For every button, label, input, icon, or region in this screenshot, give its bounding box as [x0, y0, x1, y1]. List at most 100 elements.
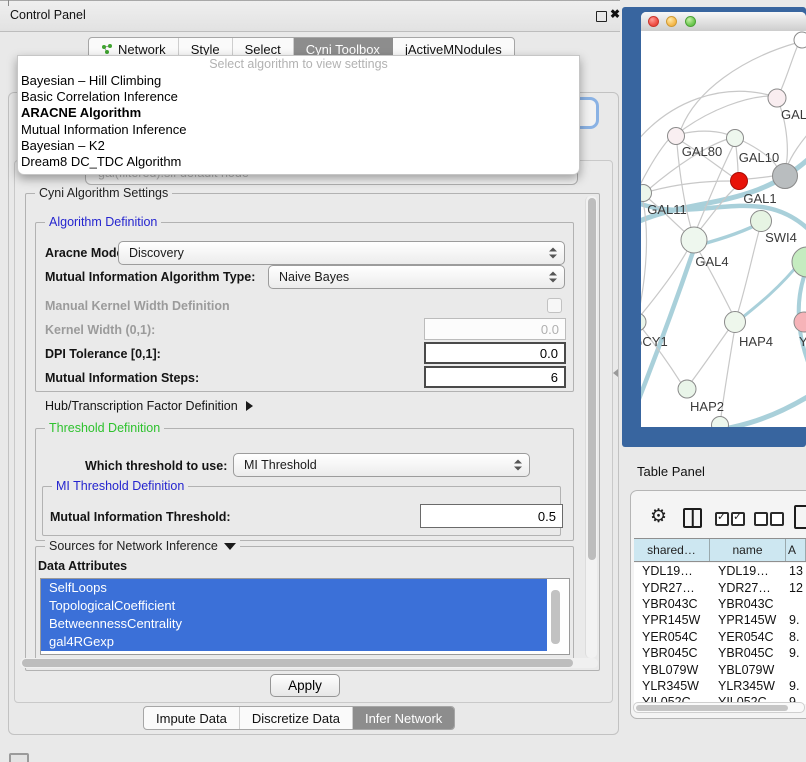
data-attribute-item[interactable]: gal4RGexp [41, 633, 547, 651]
algorithm-option-list: Bayesian – Hill ClimbingBasic Correlatio… [18, 73, 579, 170]
dpi-tolerance-label: DPI Tolerance [0,1]: [45, 347, 161, 361]
algorithm-option[interactable]: Dream8 DC_TDC Algorithm [18, 154, 579, 170]
dpi-tolerance-field[interactable]: 0.0 [424, 342, 566, 364]
table-row[interactable]: YPR145WYPR145W9. [634, 612, 806, 628]
algorithm-option[interactable]: ARACNE Algorithm [18, 105, 579, 121]
apply-button[interactable]: Apply [270, 674, 340, 697]
data-attribute-item[interactable]: TopologicalCoefficient [41, 597, 547, 615]
tab-infer-network[interactable]: Infer Network [353, 707, 454, 729]
page-icon[interactable] [794, 505, 806, 529]
gear-icon[interactable]: ⚙ [650, 505, 667, 528]
mi-threshold-field[interactable]: 0.5 [420, 504, 563, 528]
manual-kernel-checkbox[interactable] [547, 298, 562, 313]
which-threshold-value: MI Threshold [244, 458, 317, 472]
table-cell: YER054C [634, 630, 710, 644]
scrollbar-thumb[interactable] [22, 659, 573, 667]
network-node[interactable] [641, 313, 646, 331]
mi-type-combo[interactable]: Naive Bayes [268, 265, 565, 289]
algorithm-option[interactable]: Bayesian – Hill Climbing [18, 73, 579, 89]
table-cell: 9. [786, 613, 806, 627]
data-attribute-item[interactable]: BetweennessCentrality [41, 615, 547, 633]
which-threshold-combo[interactable]: MI Threshold [233, 453, 530, 477]
close-icon[interactable]: ✖ [610, 7, 620, 21]
table-cell: YPR145W [710, 613, 786, 627]
algorithm-option[interactable]: Basic Correlation Inference [18, 89, 579, 105]
checked-checkbox-icon[interactable]: ✓ [731, 512, 745, 526]
network-node[interactable] [668, 128, 685, 145]
sources-group-title[interactable]: Sources for Network Inference [45, 539, 240, 553]
table-cell: 8. [786, 630, 806, 644]
network-icon [101, 43, 113, 55]
algorithm-option[interactable]: Bayesian – K2 [18, 138, 579, 154]
minimize-traffic-light-icon[interactable] [666, 16, 677, 27]
network-node[interactable] [792, 247, 806, 277]
table-row[interactable]: YBL079WYBL079W [634, 661, 806, 677]
stepper-arrows-icon [549, 248, 557, 259]
close-traffic-light-icon[interactable] [648, 16, 659, 27]
network-node[interactable] [751, 211, 772, 232]
data-attributes-list[interactable]: SelfLoopsTopologicalCoefficientBetweenne… [40, 578, 570, 655]
table-row[interactable]: YBR045CYBR045C9. [634, 645, 806, 661]
column-header-shared-name[interactable]: shared… [634, 539, 710, 561]
network-node[interactable] [731, 173, 748, 190]
checked-checkbox-icon[interactable]: ✓ [715, 512, 729, 526]
network-node-label: GCY1 [641, 334, 668, 349]
column-header-partial[interactable]: A [786, 539, 806, 561]
bottom-tab-bar: Impute Data Discretize Data Infer Networ… [143, 706, 455, 730]
table-cell: 13 [786, 564, 806, 578]
float-window-icon[interactable] [596, 11, 607, 22]
list-scrollbar-thumb[interactable] [551, 590, 560, 644]
algorithm-option[interactable]: Mutual Information Inference [18, 122, 579, 138]
scrollbar-thumb[interactable] [588, 198, 596, 560]
scrollbar-thumb[interactable] [636, 705, 788, 712]
settings-vertical-scrollbar[interactable] [585, 196, 597, 658]
aracne-mode-combo[interactable]: Discovery [118, 241, 565, 265]
network-node[interactable] [712, 417, 729, 428]
table-row[interactable]: YDL19…YDL19…13 [634, 563, 806, 579]
hub-definition-toggle[interactable]: Hub/Transcription Factor Definition [45, 399, 253, 413]
settings-horizontal-scrollbar[interactable] [20, 658, 598, 668]
table-cell: YBR043C [634, 597, 710, 611]
table-cell: YDL19… [634, 564, 710, 578]
panel-title: Control Panel [10, 8, 86, 22]
network-node[interactable] [641, 185, 652, 202]
column-header-name[interactable]: name [710, 539, 786, 561]
network-window[interactable]: GALGAL80GAL10GAL1GAL11SWI4GAL4GCY1HAP4YH… [641, 12, 806, 427]
aracne-mode-value: Discovery [129, 246, 184, 260]
network-node[interactable] [768, 89, 786, 107]
network-node[interactable] [727, 130, 744, 147]
mi-type-value: Naive Bayes [279, 270, 349, 284]
collapsed-panel-icon[interactable] [9, 753, 29, 762]
table-cell: YBR045C [710, 646, 786, 660]
table-row[interactable]: YER054CYER054C8. [634, 629, 806, 645]
mi-steps-field[interactable]: 6 [424, 366, 566, 388]
data-attribute-item[interactable]: SelfLoops [41, 579, 547, 597]
table-row[interactable]: YDR27…YDR27…12 [634, 579, 806, 595]
network-window-titlebar[interactable] [641, 12, 806, 32]
network-node[interactable] [794, 312, 806, 332]
kernel-width-field[interactable]: 0.0 [424, 318, 566, 340]
network-edge [651, 181, 731, 191]
zoom-traffic-light-icon[interactable] [685, 16, 696, 27]
network-node[interactable] [725, 312, 746, 333]
table-horizontal-scrollbar[interactable] [633, 702, 805, 713]
table-row[interactable]: YLR345WYLR345W9. [634, 678, 806, 694]
network-node[interactable] [678, 380, 696, 398]
check-mark: ✓ [717, 510, 726, 523]
table-cell: YDR27… [710, 581, 786, 595]
column-layout-icon[interactable] [683, 508, 702, 528]
network-edge [738, 231, 759, 312]
unchecked-checkbox-icon[interactable] [754, 512, 768, 526]
unchecked-checkbox-icon[interactable] [770, 512, 784, 526]
tab-impute-data[interactable]: Impute Data [144, 707, 240, 729]
network-node[interactable] [773, 164, 798, 189]
network-node[interactable] [794, 32, 806, 48]
tab-discretize-data[interactable]: Discretize Data [240, 707, 353, 729]
splitter-collapse-icon[interactable] [613, 369, 618, 377]
network-node[interactable] [681, 227, 707, 253]
table-cell: YBL079W [634, 663, 710, 677]
table-row[interactable]: YBR043CYBR043C [634, 596, 806, 612]
network-canvas[interactable]: GALGAL80GAL10GAL1GAL11SWI4GAL4GCY1HAP4YH… [641, 31, 806, 427]
table-cell: 9. [786, 646, 806, 660]
table-body: YDL19…YDL19…13YDR27…YDR27…12YBR043CYBR04… [634, 563, 806, 704]
